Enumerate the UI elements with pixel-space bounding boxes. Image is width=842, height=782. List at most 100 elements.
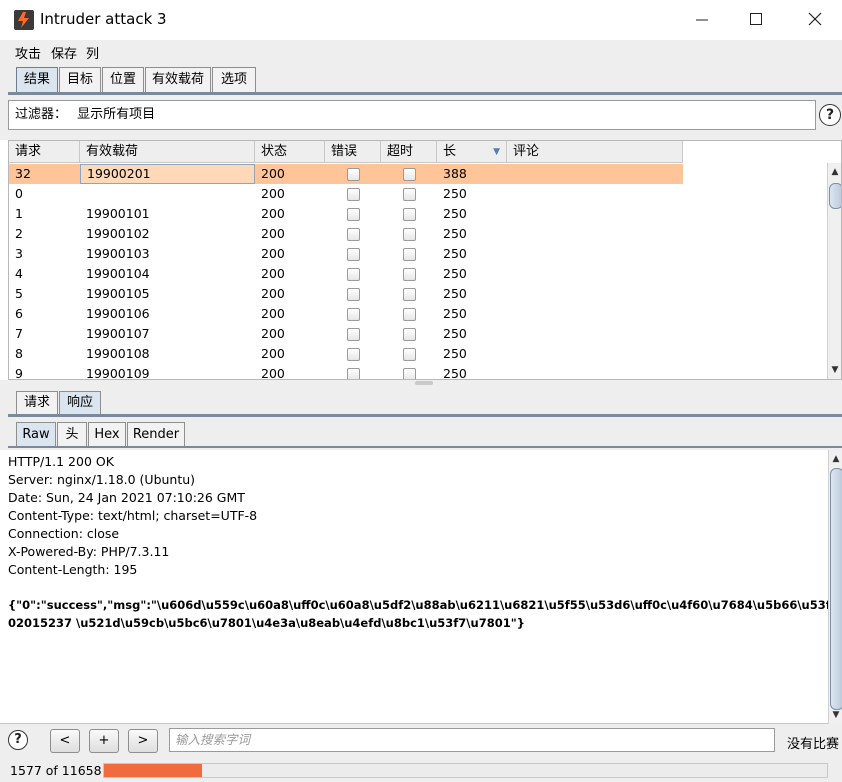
cell-payload: 19900106	[86, 306, 150, 321]
timeout-checkbox	[403, 348, 416, 361]
close-button[interactable]	[803, 8, 827, 32]
table-scrollbar[interactable]: ▲ ▼	[827, 163, 841, 379]
cell-request: 6	[15, 306, 23, 321]
cell-timeout	[381, 344, 437, 364]
tab-underline	[8, 92, 842, 95]
column-header-timeout[interactable]: 超时	[381, 141, 437, 163]
tab-target[interactable]: 目标	[59, 67, 101, 92]
cell-comment	[507, 284, 683, 304]
table-row[interactable]: 9 19900109 200 250	[9, 364, 683, 379]
table-row[interactable]: 0 200 250	[9, 184, 683, 204]
scrollbar-thumb[interactable]	[830, 468, 842, 710]
error-checkbox	[347, 288, 360, 301]
cell-length: 250	[443, 226, 467, 241]
tab-options[interactable]: 选项	[212, 67, 256, 92]
cell-error	[325, 204, 381, 224]
table-row[interactable]: 1 19900101 200 250	[9, 204, 683, 224]
window-title: Intruder attack 3	[40, 10, 167, 28]
tab-raw[interactable]: Raw	[16, 422, 56, 447]
cell-length: 250	[443, 266, 467, 281]
cell-request: 4	[15, 266, 23, 281]
cell-request: 8	[15, 346, 23, 361]
cell-error	[325, 304, 381, 324]
table-row[interactable]: 7 19900107 200 250	[9, 324, 683, 344]
help-icon[interactable]: ?	[819, 104, 841, 126]
search-input[interactable]: 输入搜索字词	[169, 728, 775, 752]
match-status: 没有比赛	[787, 737, 840, 752]
table-row[interactable]: 4 19900104 200 250	[9, 264, 683, 284]
timeout-checkbox	[403, 168, 416, 181]
table-row[interactable]: 5 19900105 200 250	[9, 284, 683, 304]
filter-label: 过滤器：	[15, 107, 68, 122]
cell-comment	[507, 184, 683, 204]
cell-status: 200	[261, 226, 285, 241]
response-scrollbar[interactable]: ▲ ▼	[828, 450, 842, 724]
table-row[interactable]: 8 19900108 200 250	[9, 344, 683, 364]
progress-fill	[104, 764, 202, 777]
table-row[interactable]: 6 19900106 200 250	[9, 304, 683, 324]
tab-render[interactable]: Render	[127, 422, 185, 447]
cell-request: 1	[15, 206, 23, 221]
cell-comment	[507, 264, 683, 284]
timeout-checkbox	[403, 248, 416, 261]
tab-response[interactable]: 响应	[59, 391, 101, 414]
error-checkbox	[347, 368, 360, 379]
add-button[interactable]: +	[89, 729, 119, 753]
minimize-button[interactable]	[690, 8, 714, 32]
column-header-length[interactable]: 长 ▼	[437, 141, 507, 163]
table-row[interactable]: 3 19900103 200 250	[9, 244, 683, 264]
scroll-up-icon[interactable]: ▲	[828, 165, 841, 179]
tab-payloads[interactable]: 有效载荷	[145, 67, 211, 92]
scroll-down-icon[interactable]: ▼	[828, 363, 841, 377]
column-header-error[interactable]: 错误	[325, 141, 381, 163]
menu-save[interactable]: 保存	[51, 43, 77, 62]
cell-comment	[507, 164, 683, 184]
cell-payload: 19900108	[86, 346, 150, 361]
cell-request: 0	[15, 186, 23, 201]
tab-positions[interactable]: 位置	[102, 67, 144, 92]
filter-bar[interactable]: 过滤器： 显示所有项目	[8, 100, 816, 130]
cell-comment	[507, 364, 683, 379]
table-row[interactable]: 2 19900102 200 250	[9, 224, 683, 244]
response-body-line: 02015237 \u521d\u59cb\u5bc6\u7801\u4e3a\…	[8, 616, 525, 630]
scroll-up-icon[interactable]: ▲	[829, 452, 842, 466]
tab-request[interactable]: 请求	[16, 391, 58, 414]
column-header-length-label: 长	[443, 144, 457, 159]
timeout-checkbox	[403, 228, 416, 241]
maximize-button[interactable]	[744, 8, 768, 32]
next-match-button[interactable]: >	[128, 729, 158, 753]
scrollbar-thumb[interactable]	[829, 183, 841, 209]
tab-results[interactable]: 结果	[16, 67, 58, 92]
tab-headers[interactable]: 头	[57, 422, 87, 447]
cell-error	[325, 244, 381, 264]
cell-error	[325, 184, 381, 204]
cell-comment	[507, 224, 683, 244]
column-header-comment[interactable]: 评论	[507, 141, 683, 163]
tab-hex[interactable]: Hex	[88, 422, 126, 447]
cell-timeout	[381, 164, 437, 184]
cell-status: 200	[261, 206, 285, 221]
table-row[interactable]: 32 19900201 200 388	[9, 164, 683, 184]
cell-timeout	[381, 224, 437, 244]
cell-timeout	[381, 184, 437, 204]
menu-columns[interactable]: 列	[86, 43, 99, 62]
column-header-status[interactable]: 状态	[255, 141, 325, 163]
menu-attack[interactable]: 攻击	[15, 43, 41, 62]
cell-payload: 19900105	[86, 286, 150, 301]
cell-request: 32	[15, 166, 31, 181]
column-header-payload[interactable]: 有效载荷	[80, 141, 255, 163]
cell-payload	[80, 184, 255, 204]
search-help-icon[interactable]: ?	[8, 730, 28, 750]
cell-timeout	[381, 204, 437, 224]
column-header-request[interactable]: 请求	[9, 141, 80, 163]
scroll-down-icon[interactable]: ▼	[829, 708, 842, 722]
cell-status: 200	[261, 166, 285, 181]
error-checkbox	[347, 328, 360, 341]
cell-payload: 19900102	[86, 226, 150, 241]
cell-error	[325, 284, 381, 304]
splitter-grip[interactable]	[415, 381, 433, 385]
cell-length: 250	[443, 326, 467, 341]
cell-length: 250	[443, 286, 467, 301]
previous-match-button[interactable]: <	[50, 729, 80, 753]
table-header: 请求 有效载荷 状态 错误 超时 长 ▼ 评论	[9, 141, 683, 163]
